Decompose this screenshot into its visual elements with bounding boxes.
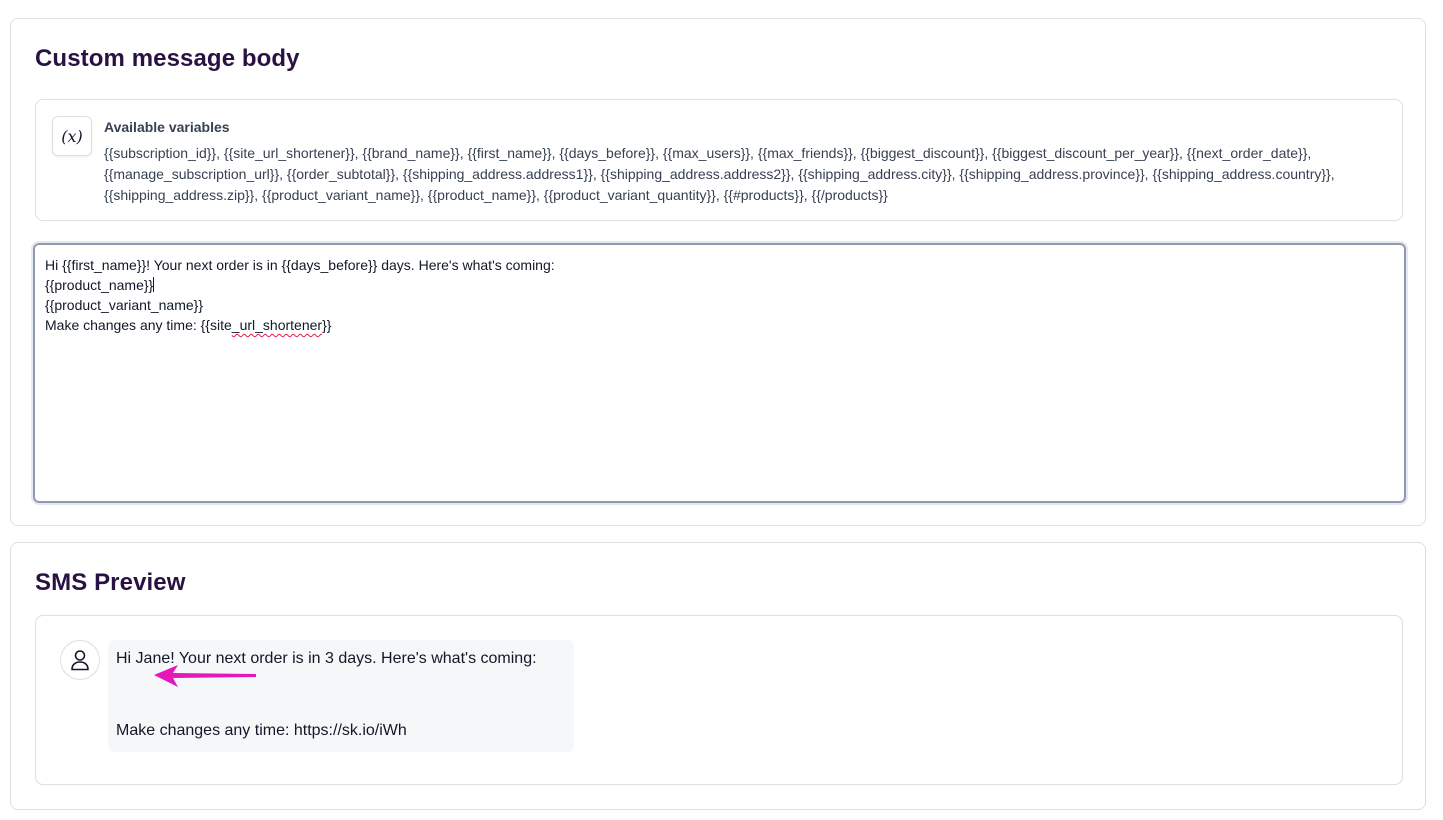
editor-line: Hi {{first_name}}! Your next order is in… — [45, 257, 555, 273]
available-variables-panel: (x) Available variables {{subscription_i… — [35, 99, 1403, 221]
message-body-textarea[interactable]: Hi {{first_name}}! Your next order is in… — [31, 241, 1408, 505]
editor-line-text: }} — [322, 317, 332, 333]
annotation-arrow-icon — [154, 665, 256, 687]
available-variables-label: Available variables — [104, 119, 230, 135]
editor-line-text: {{product_name}} — [45, 277, 154, 293]
section-title: Custom message body — [35, 45, 300, 72]
sms-preview-panel: Hi Jane! Your next order is in 3 days. H… — [35, 615, 1403, 785]
spellcheck-underline: _url_shortener — [231, 317, 323, 333]
custom-message-body-card: Custom message body (x) Available variab… — [10, 18, 1426, 526]
variable-icon: (x) — [52, 116, 92, 156]
sms-message-line: Make changes any time: https://sk.io/iWh — [116, 722, 407, 739]
editor-line: {{product_name}} — [45, 275, 1394, 295]
section-title: SMS Preview — [35, 569, 186, 596]
editor-line: {{product_variant_name}} — [45, 297, 204, 313]
editor-line-text: Make changes any time: {{site — [45, 317, 232, 333]
editor-line: Make changes any time: {{site_url_shorte… — [45, 315, 1394, 335]
user-icon — [71, 650, 89, 671]
available-variables-list: {{subscription_id}}, {{site_url_shortene… — [104, 145, 1335, 203]
sms-preview-card: SMS Preview Hi Jane! Your next order is … — [10, 542, 1426, 810]
text-caret — [153, 277, 155, 292]
avatar — [60, 640, 100, 680]
sms-message-bubble: Hi Jane! Your next order is in 3 days. H… — [108, 640, 574, 752]
